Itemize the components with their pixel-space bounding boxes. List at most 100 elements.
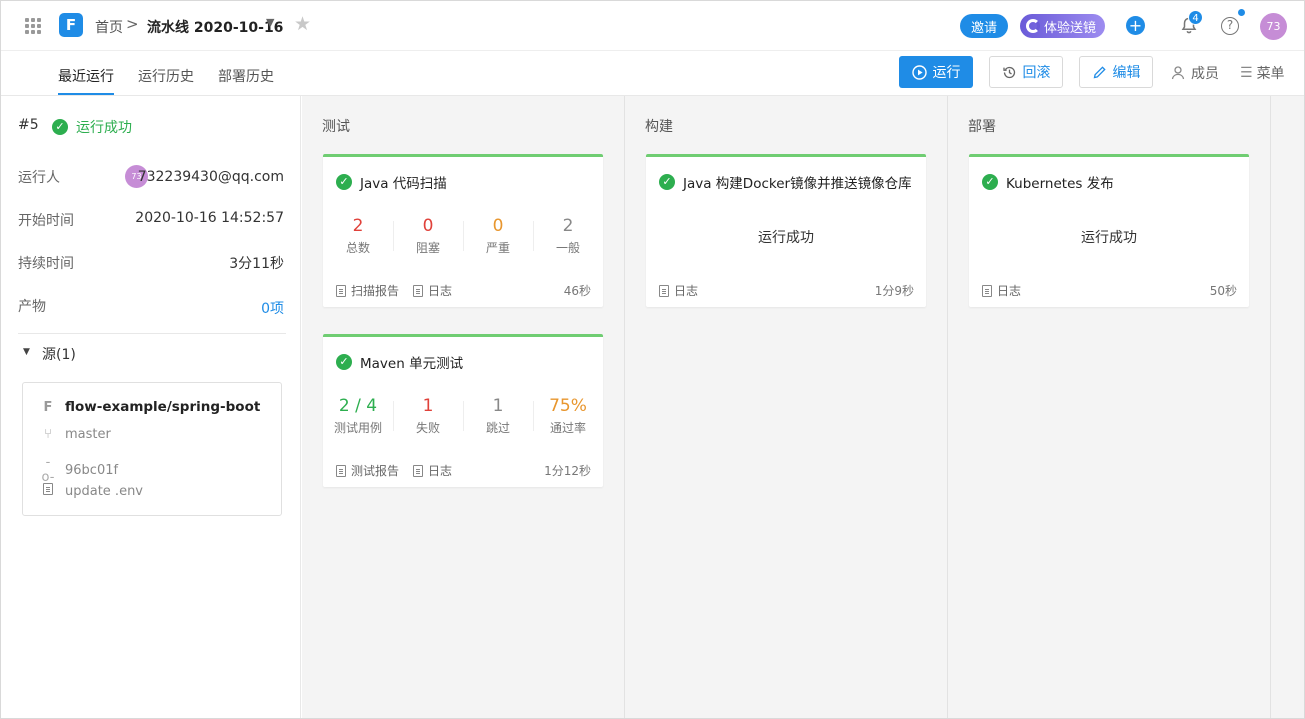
pipeline-name[interactable]: 流水线 2020-10-16 (147, 17, 283, 37)
test-report-link[interactable]: 测试报告 (336, 462, 399, 479)
menu-button[interactable]: ☰ 菜单 (1240, 63, 1285, 83)
branch-icon: ⑂ (44, 427, 52, 442)
job-name: Java 代码扫描 (360, 176, 447, 192)
source-branch-name: master (65, 427, 111, 442)
scan-report-link[interactable]: 扫描报告 (336, 282, 399, 299)
metric-label: 失败 (415, 421, 440, 435)
report-icon (336, 464, 346, 477)
caret-down-icon[interactable]: ▼ (266, 16, 274, 29)
log-icon (413, 464, 424, 477)
runner-value: 732239430@qq.com (137, 169, 284, 185)
tab-run-history[interactable]: 运行历史 (138, 66, 194, 86)
metric-pass-rate: 75% 通过率 (535, 395, 601, 436)
job-footer: 日志 50秒 (982, 282, 1237, 299)
scan-report-label: 扫描报告 (351, 284, 400, 298)
job-status-text: 运行成功 (758, 230, 814, 246)
source-repo-name: flow-example/spring-boot (65, 399, 261, 415)
star-icon[interactable]: ★ (294, 13, 311, 35)
tab-recent-runs[interactable]: 最近运行 (58, 66, 114, 86)
edit-label: 编辑 (1112, 65, 1141, 81)
trial-button[interactable]: 体验送镜 (1020, 14, 1105, 38)
artifact-label: 产物 (18, 299, 46, 315)
stage-title-build: 构建 (645, 119, 673, 135)
log-link[interactable]: 日志 (982, 282, 1021, 299)
run-status: ✓ 运行成功 (52, 117, 132, 137)
app-window: F 首页 > 流水线 2020-10-16 ▼ ★ 邀请 体验送镜 + 4 ? … (0, 0, 1305, 719)
metric-label: 跳过 (485, 421, 510, 435)
rollback-button[interactable]: 回滚 (989, 56, 1063, 88)
log-link[interactable]: 日志 (659, 282, 698, 299)
add-icon[interactable]: + (1126, 16, 1145, 35)
help-icon[interactable]: ? (1221, 17, 1239, 35)
job-name: Java 构建Docker镜像并推送镜像仓库 (683, 176, 912, 192)
log-icon (659, 284, 669, 297)
source-repo[interactable]: F flow-example/spring-boot (41, 399, 261, 415)
log-icon (413, 284, 424, 297)
job-footer: 扫描报告 日志 46秒 (336, 282, 591, 299)
job-card-unit-test[interactable]: ✓ Maven 单元测试 2 / 4 测试用例 1 失败 1 跳过 75% 通过… (323, 334, 603, 487)
play-icon (911, 64, 927, 80)
source-commit-hash: 96bc01f (65, 462, 119, 478)
metric-value: 0 (492, 216, 504, 236)
tab-deploy-history[interactable]: 部署历史 (218, 66, 274, 86)
job-card-k8s-deploy[interactable]: ✓ Kubernetes 发布 运行成功 日志 50秒 (969, 154, 1249, 307)
metric-value: 2 / 4 (338, 396, 378, 416)
job-footer: 测试报告 日志 1分12秒 (336, 462, 591, 479)
source-header[interactable]: 源(1) (42, 344, 76, 364)
active-tab-indicator (58, 93, 114, 95)
artifact-link[interactable]: 0项 (261, 298, 284, 318)
job-name: Kubernetes 发布 (1006, 176, 1114, 192)
pipeline-stages: 测试 构建 部署 ✓ Java 代码扫描 2 总数 0 阻塞 0 严重 2 一般… (302, 96, 1304, 718)
metric-skipped: 1 跳过 (465, 395, 531, 436)
metric-blocker: 0 阻塞 (395, 215, 461, 256)
user-avatar[interactable]: 73 (1260, 13, 1287, 40)
invite-button[interactable]: 邀请 (960, 14, 1008, 38)
sidebar-divider (18, 333, 286, 334)
runner-label: 运行人 (18, 170, 60, 186)
job-card-docker-build[interactable]: ✓ Java 构建Docker镜像并推送镜像仓库 运行成功 日志 1分9秒 (646, 154, 926, 307)
history-icon (1002, 66, 1015, 78)
metric-label: 总数 (345, 241, 370, 255)
breadcrumb-home[interactable]: 首页 (95, 17, 123, 37)
pencil-icon (1093, 65, 1106, 78)
commit-icon: -o- (41, 455, 55, 485)
check-circle-icon: ✓ (659, 174, 675, 190)
collapse-caret-icon[interactable]: ▼ (23, 347, 30, 357)
metric-value: 1 (492, 396, 504, 416)
log-label: 日志 (674, 284, 699, 298)
members-button[interactable]: 成员 (1171, 63, 1219, 83)
job-title: ✓ Maven 单元测试 (336, 352, 463, 372)
metric-test-cases: 2 / 4 测试用例 (325, 395, 391, 436)
app-logo[interactable]: F (59, 13, 83, 37)
check-circle-icon: ✓ (336, 174, 352, 190)
stage-divider (624, 96, 625, 718)
run-sidebar: #5 ✓ 运行成功 运行人 73 732239430@qq.com 开始时间 2… (1, 96, 301, 718)
test-report-label: 测试报告 (351, 464, 400, 478)
trial-logo-icon (1026, 19, 1040, 33)
run-label: 运行 (932, 65, 961, 81)
edit-button[interactable]: 编辑 (1079, 56, 1153, 88)
check-circle-icon: ✓ (52, 119, 68, 135)
help-dot (1238, 9, 1245, 16)
apps-grid-icon[interactable] (25, 18, 41, 34)
job-footer: 日志 1分9秒 (659, 282, 914, 299)
stage-divider (947, 96, 948, 718)
metric-value: 1 (422, 396, 434, 416)
source-commit-message: update .env (65, 483, 143, 499)
log-link[interactable]: 日志 (413, 462, 452, 479)
job-name: Maven 单元测试 (360, 356, 464, 372)
metric-normal: 2 一般 (535, 215, 601, 256)
run-status-text: 运行成功 (76, 120, 132, 136)
metric-failed: 1 失败 (395, 395, 461, 436)
log-label: 日志 (428, 464, 453, 478)
stage-divider (1270, 96, 1271, 718)
metric-critical: 0 严重 (465, 215, 531, 256)
log-link[interactable]: 日志 (413, 282, 452, 299)
sub-nav: 最近运行 运行历史 部署历史 运行 回滚 编辑 成员 ☰ 菜单 (1, 51, 1304, 96)
rollback-label: 回滚 (1022, 65, 1051, 81)
check-circle-icon: ✓ (336, 354, 352, 370)
job-card-code-scan[interactable]: ✓ Java 代码扫描 2 总数 0 阻塞 0 严重 2 一般 扫描报告 日志 … (323, 154, 603, 307)
report-icon (336, 284, 346, 297)
metric-label: 测试用例 (333, 421, 382, 435)
run-button[interactable]: 运行 (899, 56, 973, 88)
